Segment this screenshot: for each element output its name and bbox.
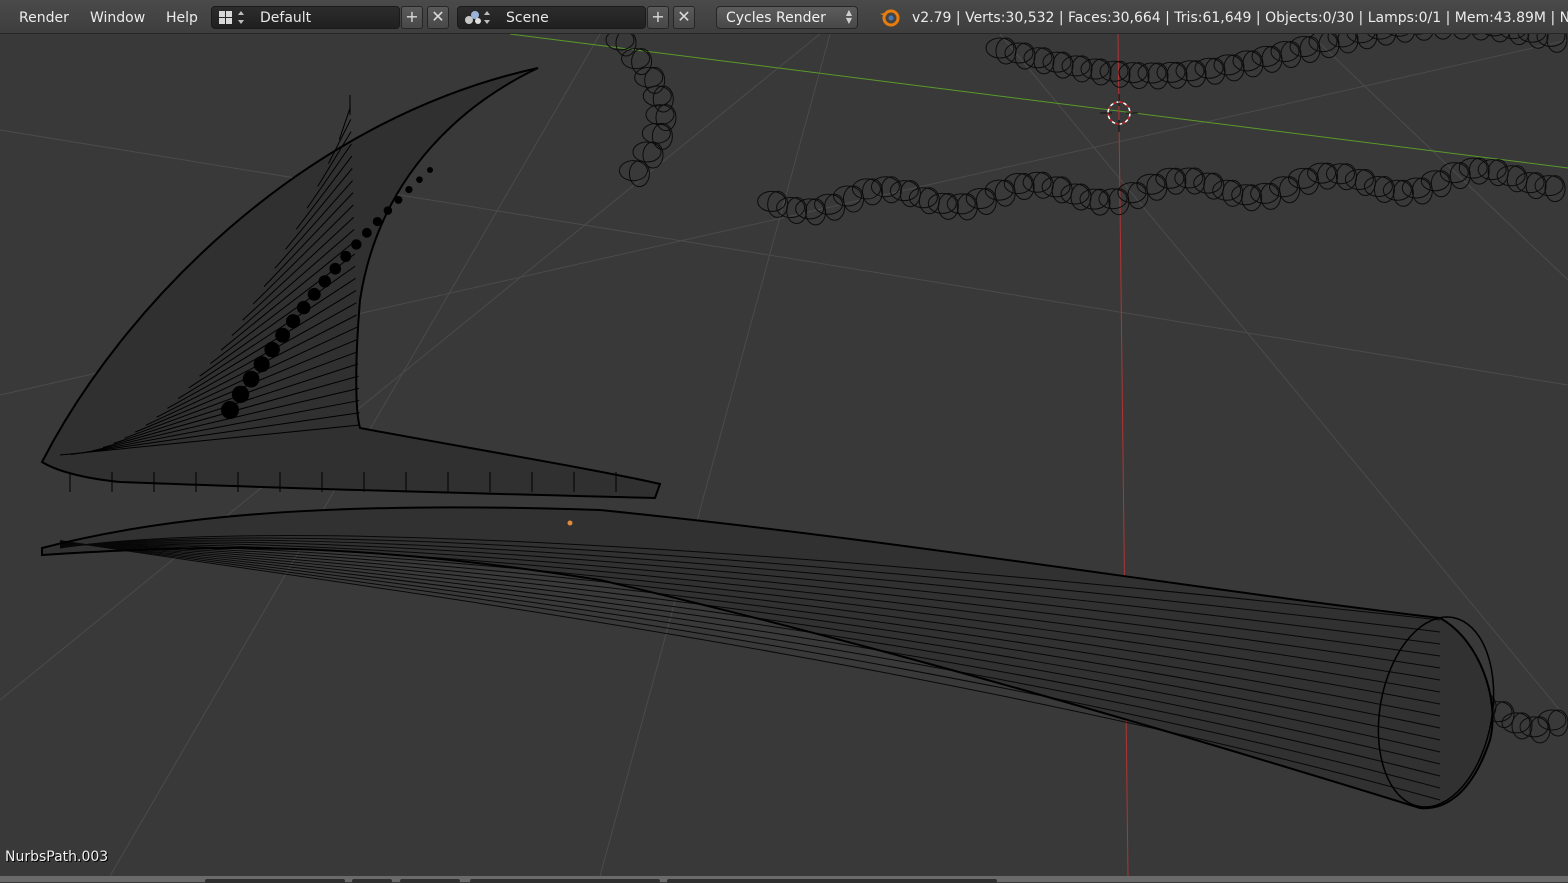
menu-window[interactable]: Window: [90, 0, 145, 34]
blender-logo-icon: [878, 7, 902, 27]
axe-blade-mesh: [42, 68, 660, 498]
menu-render[interactable]: Render: [19, 0, 69, 34]
y-axis-line: [510, 34, 1568, 168]
active-object-label: NurbsPath.003: [5, 849, 108, 865]
add-icon: +: [405, 7, 418, 26]
timeline-tab[interactable]: [470, 879, 660, 883]
timeline-tab[interactable]: [667, 879, 997, 883]
screen-layout-selector[interactable]: Default: [211, 6, 400, 29]
viewport-canvas[interactable]: [0, 34, 1568, 876]
scene-selector[interactable]: Scene: [457, 6, 646, 29]
object-origin-dot: [568, 521, 573, 526]
scene-icon: [462, 10, 492, 25]
close-icon: ✕: [677, 7, 690, 26]
axe-handle-mesh: [42, 507, 1508, 816]
timeline-tab[interactable]: [400, 879, 460, 883]
scene-statistics: v2.79 | Verts:30,532 | Faces:30,664 | Tr…: [912, 0, 1568, 34]
add-layout-button[interactable]: +: [401, 6, 423, 29]
x-axis-line: [1118, 34, 1128, 876]
scene-name[interactable]: Scene: [506, 7, 549, 29]
remove-layout-button[interactable]: ✕: [427, 6, 449, 29]
screen-layout-name[interactable]: Default: [260, 7, 311, 29]
3d-viewport[interactable]: [0, 34, 1568, 876]
remove-scene-button[interactable]: ✕: [673, 6, 695, 29]
timeline-tab[interactable]: [205, 879, 345, 883]
timeline-tab[interactable]: [352, 879, 392, 883]
screen-layout-icon: [216, 10, 246, 25]
timeline-header-edge: [0, 876, 1568, 882]
render-engine-dropdown[interactable]: Cycles Render ▲▼: [716, 6, 858, 29]
info-header: Render Window Help Default + ✕ Scene + ✕…: [0, 0, 1568, 34]
add-icon: +: [651, 7, 664, 26]
menu-help[interactable]: Help: [166, 0, 198, 34]
updown-arrow-icon: ▲▼: [846, 9, 852, 25]
add-scene-button[interactable]: +: [647, 6, 669, 29]
render-engine-label: Cycles Render: [726, 7, 826, 29]
close-icon: ✕: [431, 7, 444, 26]
